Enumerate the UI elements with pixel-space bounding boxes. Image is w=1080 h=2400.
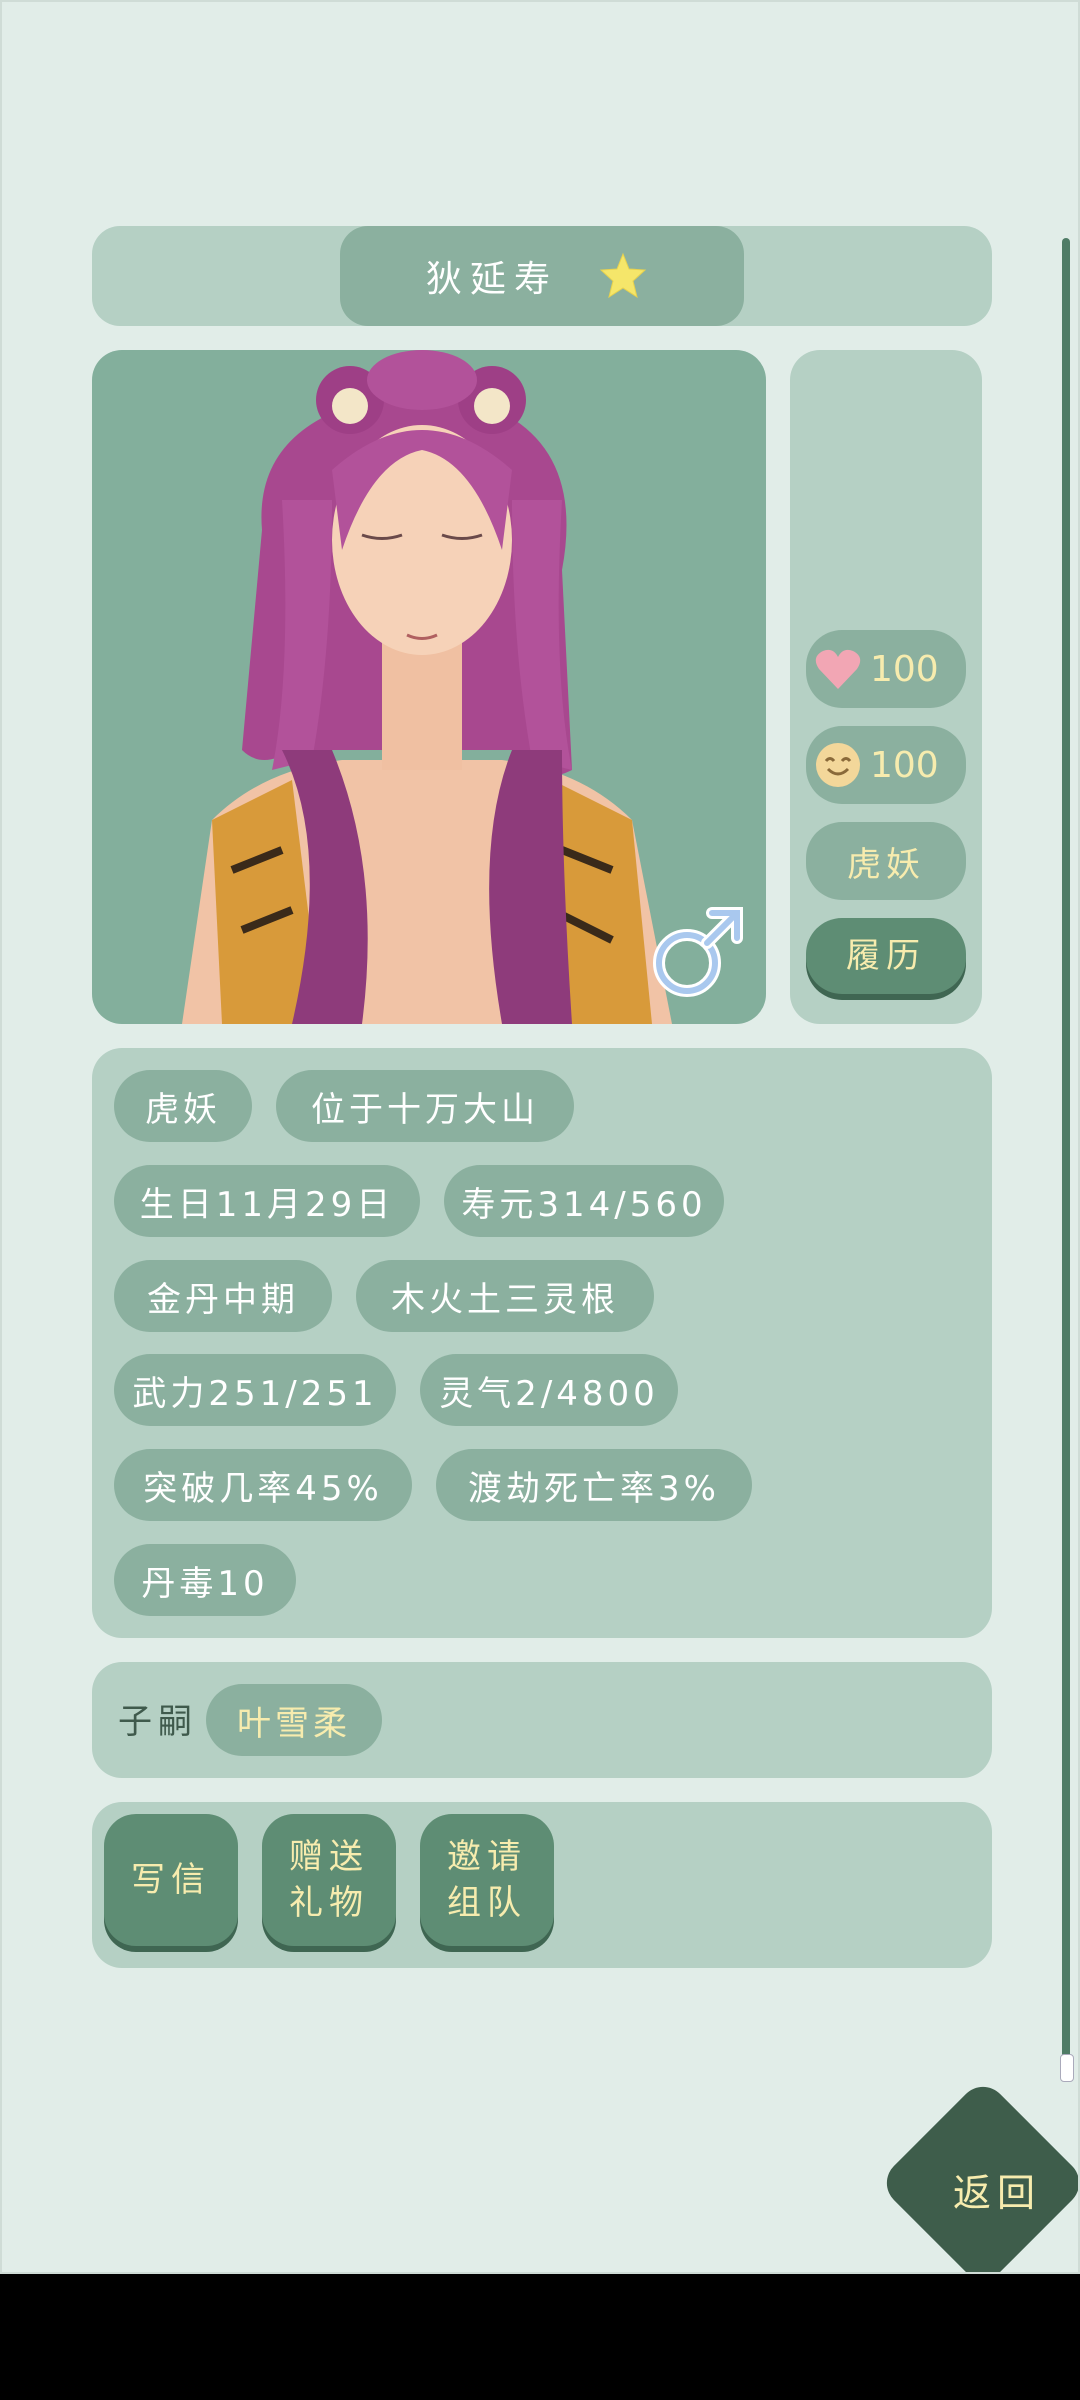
back-button-label[interactable]: 返回: [932, 2162, 1062, 2217]
resume-button[interactable]: 履历: [806, 918, 966, 994]
mood-stat: 100: [806, 726, 966, 804]
character-detail-screen: 狄延寿 100 100 虎妖 履历 虎妖 位于十万大山 生日11月29日 寿元3…: [0, 0, 1080, 2274]
attr-pill-poison-tag: 丹毒10: [114, 1544, 296, 1616]
race-button[interactable]: 虎妖: [806, 822, 966, 900]
attr-location-tag: 位于十万大山: [276, 1070, 574, 1142]
star-icon[interactable]: [598, 251, 648, 301]
male-icon: [642, 898, 752, 1008]
attr-birthday-tag: 生日11月29日: [114, 1165, 420, 1237]
character-name: 狄延寿: [425, 259, 558, 300]
mood-value: 100: [870, 744, 939, 786]
scrollbar-track[interactable]: [1062, 238, 1070, 2076]
attr-tribulation-tag: 渡劫死亡率3%: [436, 1449, 752, 1521]
give-gift-button[interactable]: 赠送 礼物: [262, 1814, 396, 1946]
scrollbar-thumb[interactable]: [1060, 2054, 1074, 2082]
children-label: 子嗣: [118, 1702, 198, 1742]
attr-spirit-root-tag: 木火土三灵根: [356, 1260, 654, 1332]
affection-value: 100: [870, 648, 939, 690]
attr-race-tag: 虎妖: [114, 1070, 252, 1142]
portrait-frame: [92, 350, 766, 1024]
attr-force-tag: 武力251/251: [114, 1354, 396, 1426]
attr-lifespan-tag: 寿元314/560: [444, 1165, 724, 1237]
attr-realm-tag: 金丹中期: [114, 1260, 332, 1332]
smile-face-icon: [814, 741, 862, 789]
name-plate: 狄延寿: [340, 226, 744, 326]
invite-team-button[interactable]: 邀请 组队: [420, 1814, 554, 1946]
heart-icon: [814, 647, 862, 691]
child-item[interactable]: 叶雪柔: [206, 1684, 382, 1756]
attr-qi-tag: 灵气2/4800: [420, 1354, 678, 1426]
affection-stat: 100: [806, 630, 966, 708]
write-letter-button[interactable]: 写信: [104, 1814, 238, 1946]
attr-breakthrough-tag: 突破几率45%: [114, 1449, 412, 1521]
